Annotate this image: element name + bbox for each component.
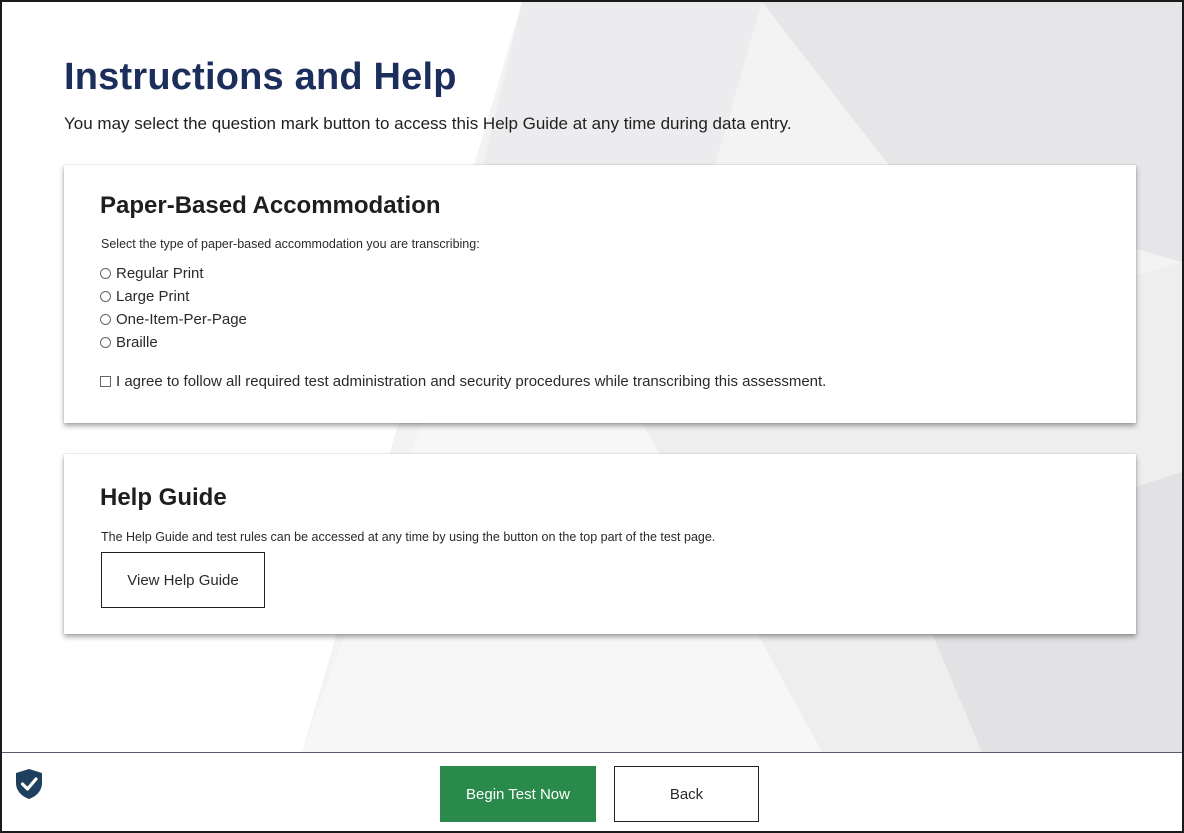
- help-guide-text: The Help Guide and test rules can be acc…: [101, 530, 716, 544]
- page-subtitle: You may select the question mark button …: [64, 114, 792, 133]
- option-one-item-per-page[interactable]: One-Item-Per-Page: [100, 308, 247, 331]
- view-help-guide-button[interactable]: View Help Guide: [101, 552, 265, 608]
- option-label: Braille: [116, 334, 158, 351]
- radio-button[interactable]: [100, 314, 111, 325]
- agreement-checkbox[interactable]: [100, 376, 111, 387]
- page-title: Instructions and Help: [64, 56, 457, 98]
- agreement-checkbox-row[interactable]: I agree to follow all required test admi…: [100, 373, 826, 390]
- accommodation-instruction: Select the type of paper-based accommoda…: [101, 237, 480, 251]
- accommodation-options: Regular Print Large Print One-Item-Per-P…: [100, 262, 247, 354]
- radio-button[interactable]: [100, 291, 111, 302]
- footer-bar: Begin Test Now Back: [2, 752, 1182, 831]
- option-large-print[interactable]: Large Print: [100, 285, 247, 308]
- option-braille[interactable]: Braille: [100, 331, 247, 354]
- help-guide-card: Help Guide The Help Guide and test rules…: [64, 454, 1136, 634]
- accommodation-title: Paper-Based Accommodation: [100, 192, 441, 219]
- begin-test-button[interactable]: Begin Test Now: [440, 766, 596, 822]
- radio-button[interactable]: [100, 268, 111, 279]
- option-label: One-Item-Per-Page: [116, 311, 247, 328]
- agreement-label: I agree to follow all required test admi…: [116, 373, 827, 390]
- accommodation-card: Paper-Based Accommodation Select the typ…: [64, 165, 1136, 423]
- back-button[interactable]: Back: [614, 766, 759, 822]
- shield-check-icon: [16, 769, 42, 799]
- app-window: Instructions and Help You may select the…: [0, 0, 1184, 833]
- main-content: Instructions and Help You may select the…: [2, 2, 1182, 752]
- help-guide-title: Help Guide: [100, 484, 227, 511]
- radio-button[interactable]: [100, 337, 111, 348]
- option-label: Regular Print: [116, 265, 204, 282]
- option-label: Large Print: [116, 288, 190, 305]
- option-regular-print[interactable]: Regular Print: [100, 262, 247, 285]
